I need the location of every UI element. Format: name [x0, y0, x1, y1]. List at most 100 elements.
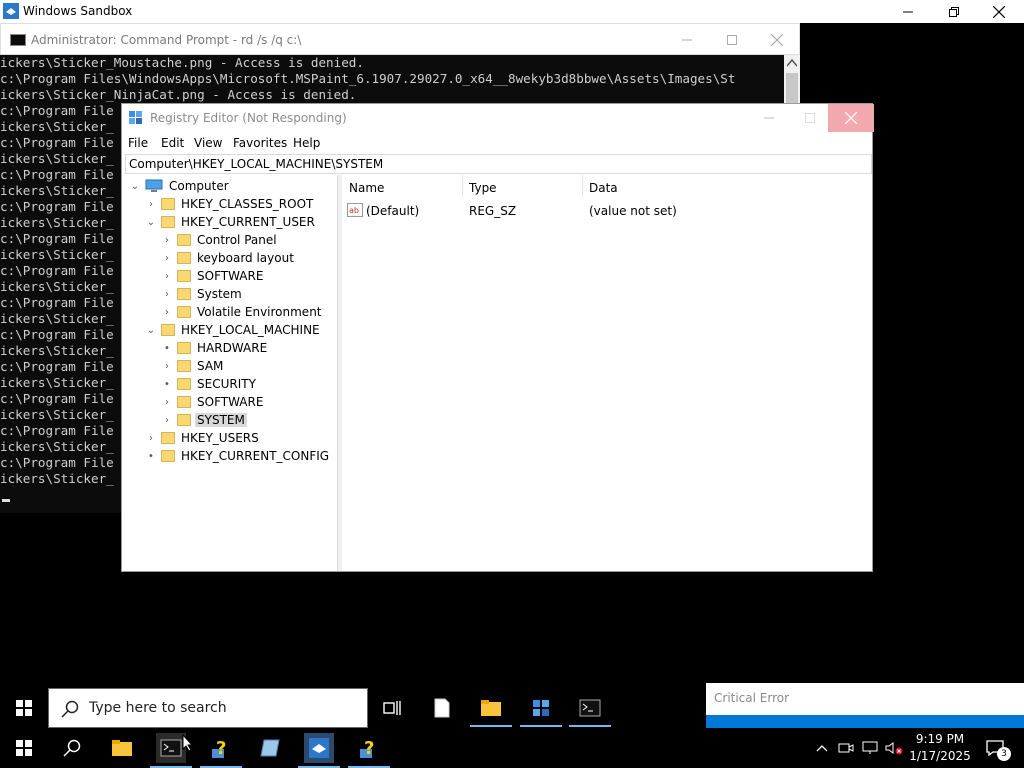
start-button[interactable]: [9, 733, 39, 763]
notepad-icon: [260, 739, 280, 757]
cmd-close-button[interactable]: [754, 24, 799, 56]
tree-node-current-config[interactable]: • HKEY_CURRENT_CONFIG: [145, 447, 331, 465]
taskbar-explorer-upper[interactable]: [476, 693, 506, 723]
regedit-minimize-button[interactable]: [746, 104, 792, 132]
column-divider[interactable]: [462, 175, 463, 197]
menu-view[interactable]: View: [194, 136, 222, 150]
task-view-icon: [383, 701, 401, 715]
sandbox-title-bar[interactable]: Windows Sandbox: [0, 0, 1024, 23]
active-indicator: [470, 725, 512, 727]
tree-node-volatile-environment[interactable]: › Volatile Environment: [161, 303, 324, 321]
tree-node-current-user[interactable]: ⌄ HKEY_CURRENT_USER: [145, 213, 317, 231]
taskbar-cmd-upper[interactable]: [575, 693, 605, 723]
taskbar-regedit-upper[interactable]: [526, 693, 556, 723]
help-question-icon: ?: [360, 738, 374, 759]
taskbar-help-app-1[interactable]: ?: [206, 733, 236, 763]
taskbar-sandbox[interactable]: [304, 733, 334, 763]
cmd-scroll-thumb[interactable]: [786, 73, 798, 103]
value-data: (value not set): [589, 204, 677, 218]
toast-accent-bar: [706, 715, 1024, 728]
collapse-icon[interactable]: ⌄: [145, 321, 157, 339]
tree-node-users[interactable]: › HKEY_USERS: [145, 429, 261, 447]
column-header-name[interactable]: Name: [349, 181, 384, 195]
svg-text:?: ?: [364, 738, 374, 759]
taskbar-notepad[interactable]: [255, 733, 285, 763]
cmd-icon: [579, 699, 601, 717]
collapse-icon[interactable]: ⌄: [129, 177, 141, 195]
values-list[interactable]: Name Type Data ab (Default) REG_SZ (valu…: [342, 175, 872, 571]
regedit-maximize-button[interactable]: [792, 104, 828, 132]
tree-node-lm-software[interactable]: › SOFTWARE: [161, 393, 265, 411]
expand-icon[interactable]: ›: [161, 285, 173, 303]
tray-network[interactable]: [858, 733, 882, 763]
cmd-maximize-button[interactable]: [709, 24, 754, 56]
tree-node-keyboard-layout[interactable]: › keyboard layout: [161, 249, 296, 267]
address-bar[interactable]: Computer\HKEY_LOCAL_MACHINE\SYSTEM: [125, 154, 872, 174]
expand-icon[interactable]: ›: [161, 393, 173, 411]
expand-icon[interactable]: ›: [161, 411, 173, 429]
tree-node-lm-system[interactable]: › SYSTEM: [161, 411, 247, 429]
search-placeholder: Type here to search: [89, 700, 227, 716]
expand-icon[interactable]: ›: [161, 249, 173, 267]
value-type: REG_SZ: [469, 204, 517, 218]
show-hidden-icons-button[interactable]: [809, 733, 835, 763]
tree-node-local-machine[interactable]: ⌄ HKEY_LOCAL_MACHINE: [145, 321, 322, 339]
toast-title: Critical Error: [714, 691, 790, 705]
tree-node-cu-software[interactable]: › SOFTWARE: [161, 267, 265, 285]
tree-node-classes-root[interactable]: › HKEY_CLASSES_ROOT: [145, 195, 315, 213]
sandbox-minimize-button[interactable]: [885, 0, 931, 23]
cmd-line: ickers\Sticker_NinjaCat.png - Access is …: [0, 87, 357, 102]
tray-volume[interactable]: [882, 733, 906, 763]
maximize-icon: [726, 35, 737, 45]
tree-node-hardware[interactable]: • HARDWARE: [161, 339, 269, 357]
registry-tree[interactable]: ⌄ Computer › HKEY_CLASSES_ROOT ⌄ HKEY_CU…: [123, 175, 338, 571]
sandbox-restore-button[interactable]: [931, 0, 977, 23]
column-header-data[interactable]: Data: [589, 181, 618, 195]
regedit-close-button[interactable]: [828, 104, 874, 132]
menu-file[interactable]: File: [128, 136, 148, 150]
task-view-button[interactable]: [377, 693, 407, 723]
cmd-minimize-button[interactable]: [664, 24, 709, 56]
cmd-title-bar[interactable]: Administrator: Command Prompt - rd /s /q…: [0, 23, 800, 55]
expand-icon[interactable]: ›: [161, 357, 173, 375]
address-text[interactable]: Computer\HKEY_LOCAL_MACHINE\SYSTEM: [129, 157, 383, 171]
search-button[interactable]: [57, 733, 87, 763]
active-indicator: [569, 725, 611, 727]
taskbar-document[interactable]: [427, 693, 457, 723]
search-icon: [63, 739, 81, 757]
tree-node-control-panel[interactable]: › Control Panel: [161, 231, 279, 249]
scroll-up-icon[interactable]: [787, 59, 797, 67]
meet-now-icon: [838, 743, 854, 753]
taskbar-help-app-2[interactable]: ?: [354, 733, 384, 763]
tree-node-computer[interactable]: ⌄ Computer: [129, 177, 231, 195]
tray-camera[interactable]: [834, 733, 858, 763]
windows-logo-icon: [16, 740, 32, 756]
tree-node-security[interactable]: • SECURITY: [161, 375, 258, 393]
expand-icon[interactable]: ›: [161, 231, 173, 249]
sandbox-close-button[interactable]: [976, 0, 1022, 23]
column-divider[interactable]: [582, 175, 583, 197]
search-box[interactable]: Type here to search: [48, 688, 368, 728]
registry-editor-window[interactable]: Registry Editor (Not Responding) File Ed…: [121, 103, 874, 572]
folder-icon: [177, 342, 191, 354]
taskbar-file-explorer[interactable]: [107, 733, 137, 763]
maximize-icon: [805, 113, 815, 123]
tree-node-sam[interactable]: › SAM: [161, 357, 225, 375]
expand-icon[interactable]: ›: [145, 429, 157, 447]
menu-favorites[interactable]: Favorites: [233, 136, 287, 150]
folder-icon: [177, 414, 191, 426]
clock[interactable]: 9:19 PM 1/17/2025: [904, 731, 976, 765]
menu-edit[interactable]: Edit: [161, 136, 184, 150]
collapse-icon[interactable]: ⌄: [145, 213, 157, 231]
expand-icon[interactable]: ›: [161, 303, 173, 321]
sandbox-icon: [3, 3, 19, 19]
start-button-upper[interactable]: [0, 688, 48, 728]
tree-node-cu-system[interactable]: › System: [161, 285, 244, 303]
regedit-icon: [129, 111, 142, 124]
action-center-button[interactable]: 3: [980, 733, 1011, 763]
critical-error-toast[interactable]: Critical Error: [706, 683, 1024, 728]
column-header-type[interactable]: Type: [469, 181, 497, 195]
expand-icon[interactable]: ›: [145, 195, 157, 213]
expand-icon[interactable]: ›: [161, 267, 173, 285]
menu-help[interactable]: Help: [293, 136, 320, 150]
